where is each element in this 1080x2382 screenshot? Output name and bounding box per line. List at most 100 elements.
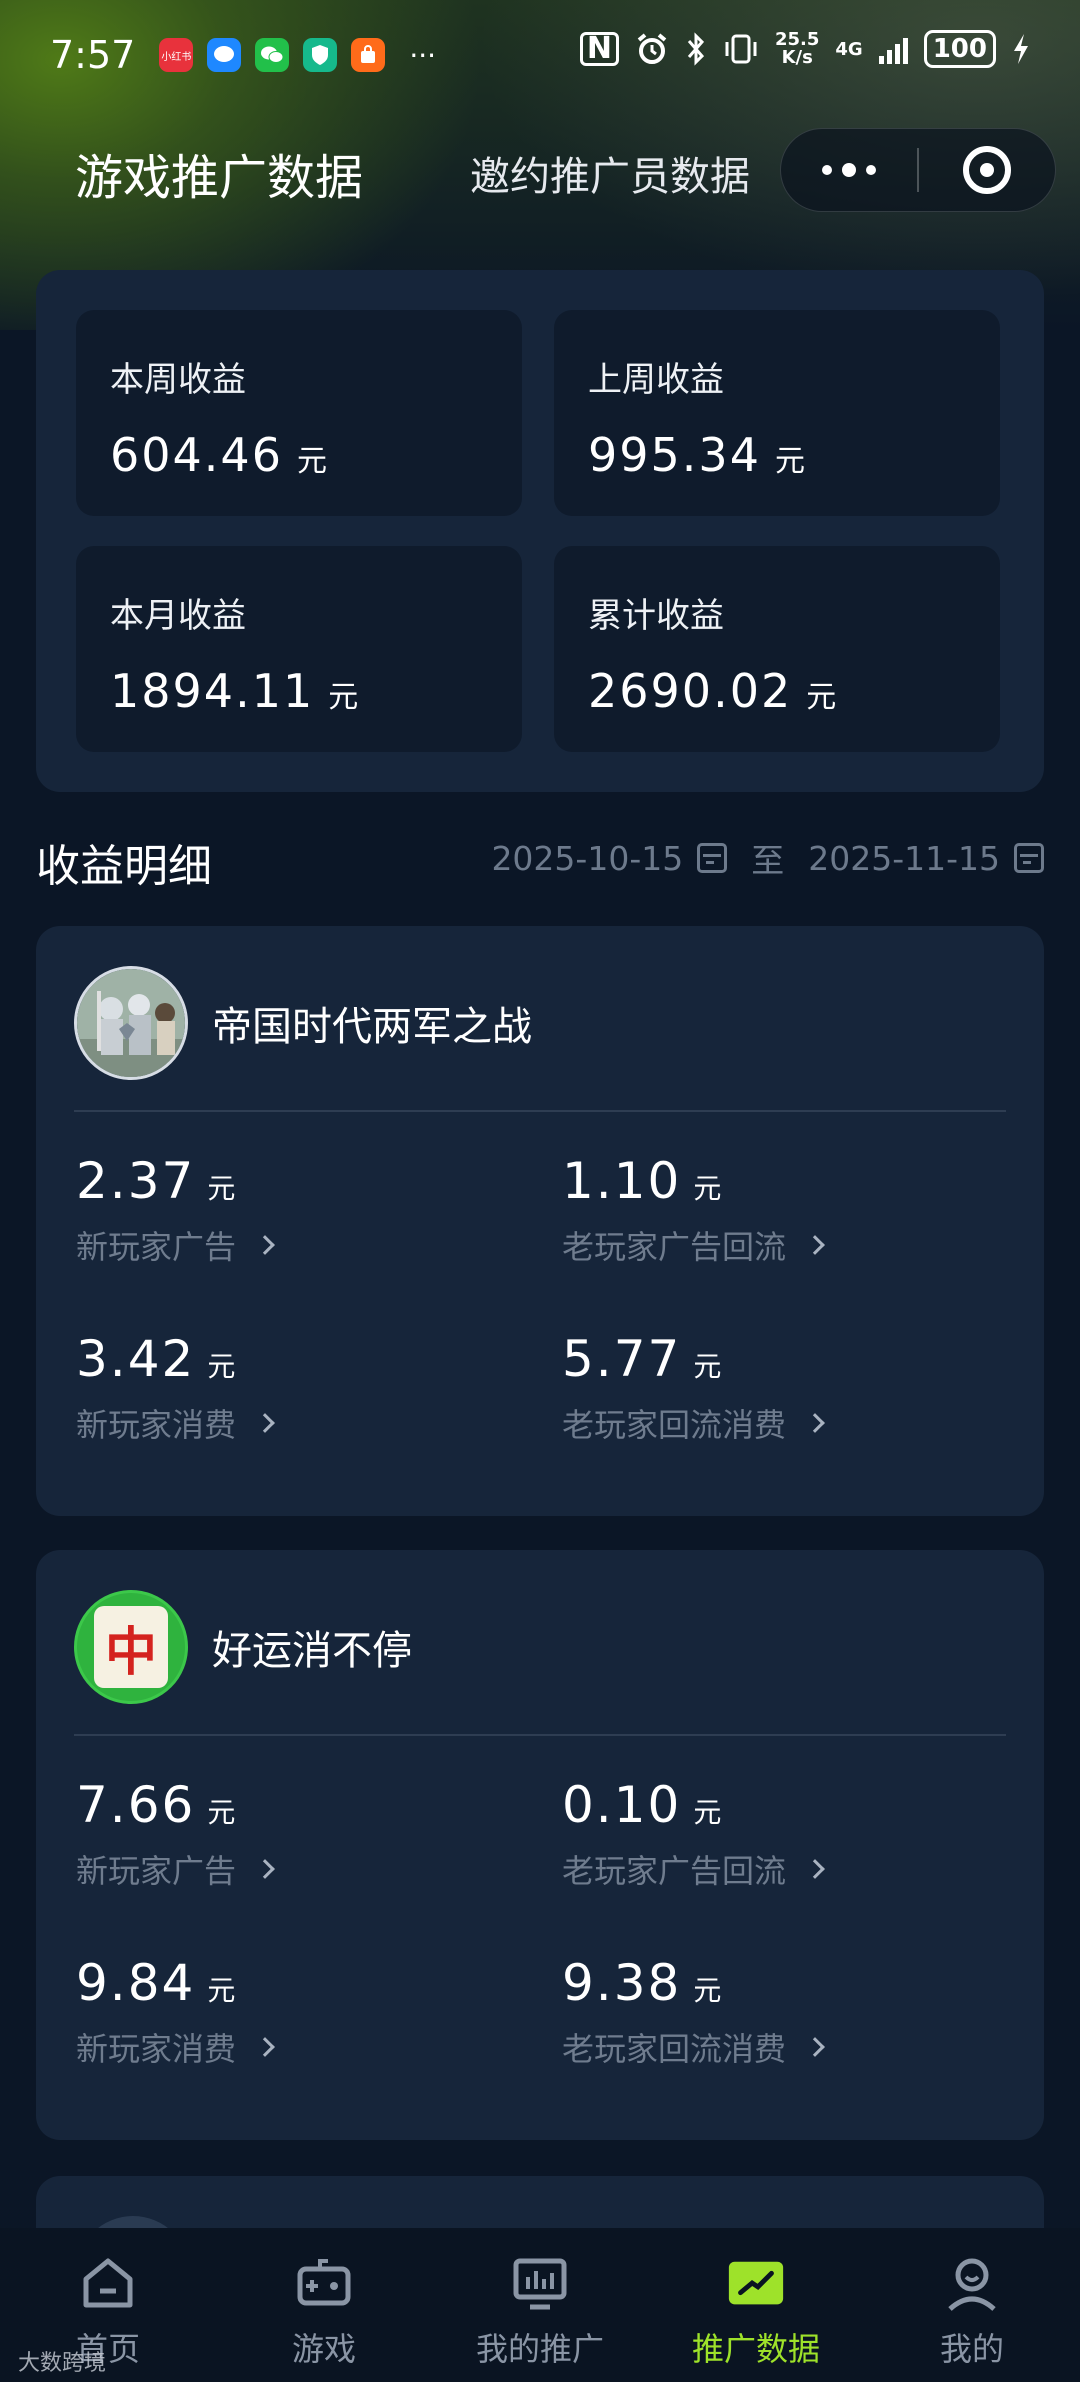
stat-this-month: 本月收益 1894.11 元: [76, 546, 522, 752]
game-name: 好运消不停: [212, 1628, 412, 1674]
stat-value: 995.34: [588, 428, 761, 482]
promotion-monitor-icon: [509, 2252, 571, 2314]
metric-value: 7.66: [76, 1776, 196, 1834]
game-avatar-image: [74, 966, 188, 1080]
metric-label: 新玩家消费: [76, 1406, 237, 1444]
more-dot-icon: [822, 165, 832, 175]
card-divider: [74, 1110, 1006, 1112]
metric-label: 老玩家广告回流: [562, 1852, 787, 1890]
chevron-right-icon: [255, 1235, 275, 1255]
stat-value: 604.46: [110, 428, 283, 482]
earnings-summary: 本周收益 604.46 元 上周收益 995.34 元 本月收益 1894.11 元 …: [36, 270, 1044, 792]
vibrate-icon: [725, 34, 757, 64]
metric-label: 老玩家广告回流: [562, 1228, 787, 1266]
more-dot-icon: [842, 163, 856, 177]
stat-label: 累计收益: [588, 596, 724, 636]
nav-item-mine[interactable]: 我的: [864, 2228, 1080, 2382]
metric-new-player-ads[interactable]: 7.66 元 新玩家广告: [76, 1776, 275, 1892]
charging-icon: [1014, 34, 1028, 64]
metric-new-player-spending[interactable]: 3.42 元 新玩家消费: [76, 1330, 275, 1446]
gamepad-icon: [293, 2252, 355, 2314]
chevron-right-icon: [805, 1413, 825, 1433]
calendar-icon[interactable]: [1014, 843, 1044, 873]
game-card: 中 好运消不停 7.66 元 新玩家广告 0.10 元 老玩家广告回流 9.84 元 …: [36, 1550, 1044, 2140]
notification-icons: 小红书 ···: [159, 38, 436, 72]
metric-unit: 元: [693, 1974, 722, 2007]
game-header: 中 好运消不停: [74, 1590, 412, 1704]
metric-unit: 元: [207, 1350, 236, 1383]
stat-value: 1894.11: [110, 664, 315, 718]
security-app-icon: [303, 38, 338, 72]
stat-total: 累计收益 2690.02 元: [554, 546, 1000, 752]
metric-value: 3.42: [76, 1330, 196, 1388]
metric-unit: 元: [207, 1974, 236, 2007]
metric-new-player-ads[interactable]: 2.37 元 新玩家广告: [76, 1152, 275, 1268]
nav-item-promotion-data[interactable]: 推广数据: [648, 2228, 864, 2382]
game-card: 帝国时代两军之战 2.37 元 新玩家广告 1.10 元 老玩家广告回流 3.42 元…: [36, 926, 1044, 1516]
home-icon: [77, 2252, 139, 2314]
metric-unit: 元: [207, 1796, 236, 1829]
game-avatar-image: 中: [74, 1590, 188, 1704]
metric-old-player-ad-return[interactable]: 1.10 元 老玩家广告回流: [562, 1152, 825, 1268]
metric-label: 新玩家消费: [76, 2030, 237, 2068]
chevron-right-icon: [255, 1413, 275, 1433]
stat-this-week: 本周收益 604.46 元: [76, 310, 522, 516]
mahjong-tile: 中: [94, 1606, 168, 1688]
chevron-right-icon: [805, 1235, 825, 1255]
metric-label: 老玩家回流消费: [562, 2030, 787, 2068]
more-options-button[interactable]: [781, 129, 917, 211]
calendar-icon[interactable]: [697, 843, 728, 873]
metric-label: 新玩家广告: [76, 1852, 237, 1890]
wechat-icon: [255, 38, 290, 72]
metric-old-player-ad-return[interactable]: 0.10 元 老玩家广告回流: [562, 1776, 825, 1892]
stat-value: 2690.02: [588, 664, 793, 718]
stat-unit: 元: [806, 680, 839, 715]
metric-unit: 元: [693, 1172, 722, 1205]
metric-old-player-return-spending[interactable]: 9.38 元 老玩家回流消费: [562, 1954, 825, 2070]
stat-last-week: 上周收益 995.34 元: [554, 310, 1000, 516]
nav-label: 游戏: [291, 2330, 356, 2368]
battery-level: 100: [923, 30, 996, 68]
shopping-app-icon: [351, 38, 386, 72]
metric-old-player-return-spending[interactable]: 5.77 元 老玩家回流消费: [562, 1330, 825, 1446]
miniprogram-capsule: [780, 128, 1056, 212]
status-time: 7:57: [50, 33, 136, 77]
metric-unit: 元: [207, 1172, 236, 1205]
metric-value: 9.84: [76, 1954, 196, 2012]
date-range-separator: 至: [751, 841, 785, 880]
nav-label: 推广数据: [691, 2330, 820, 2368]
nav-item-my-promotion[interactable]: 我的推广: [432, 2228, 648, 2382]
nav-item-games[interactable]: 游戏: [216, 2228, 432, 2382]
stat-unit: 元: [328, 680, 361, 715]
metric-label: 老玩家回流消费: [562, 1406, 787, 1444]
bottom-navigation: 首页 游戏 我的推广 推广数据 我的: [0, 2228, 1080, 2382]
target-close-icon: [963, 146, 1011, 194]
network-speed: 25.5 K/s: [774, 29, 820, 68]
metric-value: 1.10: [562, 1152, 682, 1210]
metric-value: 0.10: [562, 1776, 682, 1834]
stat-unit: 元: [296, 444, 329, 479]
nav-label: 我的: [939, 2330, 1004, 2368]
tab-game-promotion-data[interactable]: 游戏推广数据: [75, 138, 363, 208]
stat-label: 本周收益: [110, 360, 246, 400]
metric-value: 2.37: [76, 1152, 196, 1210]
game-header: 帝国时代两军之战: [74, 966, 532, 1080]
tab-invited-promoter-data[interactable]: 邀约推广员数据: [470, 144, 750, 202]
status-bar: 7:57 小红书 ··· N 25.5 K/s 4G 100: [0, 0, 1080, 110]
more-notifications-icon: ···: [409, 38, 437, 72]
close-miniprogram-button[interactable]: [919, 129, 1055, 211]
network-type: 4G: [835, 38, 863, 60]
page-header: 游戏推广数据 邀约推广员数据: [0, 120, 1080, 220]
system-status: N 25.5 K/s 4G 100: [579, 29, 1030, 68]
start-date-field[interactable]: 2025-10-15: [491, 839, 683, 878]
game-name: 帝国时代两军之战: [212, 1004, 532, 1050]
bluetooth-icon: [687, 32, 705, 66]
user-icon: [941, 2252, 1003, 2314]
end-date-field[interactable]: 2025-11-15: [808, 839, 1000, 878]
alarm-icon: [637, 33, 667, 64]
metric-value: 5.77: [562, 1330, 682, 1388]
watermark: 大数跨境: [18, 2351, 107, 2376]
metric-new-player-spending[interactable]: 9.84 元 新玩家消费: [76, 1954, 275, 2070]
nfc-icon: N: [579, 32, 619, 66]
metric-unit: 元: [693, 1796, 722, 1829]
